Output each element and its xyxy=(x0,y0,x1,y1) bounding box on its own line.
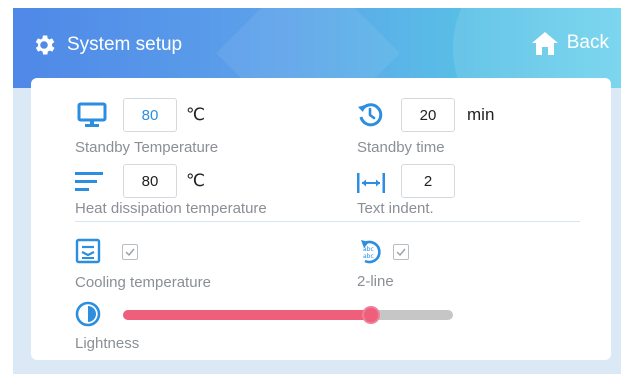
cooling-icon xyxy=(75,238,101,269)
checkmark-icon xyxy=(396,248,406,257)
contrast-icon xyxy=(75,301,101,332)
home-icon xyxy=(531,30,559,56)
svg-text:abc: abc xyxy=(363,246,374,253)
section-divider xyxy=(75,221,580,222)
standby-temperature-label: Standby Temperature xyxy=(75,139,219,156)
header-decoration xyxy=(216,8,400,88)
cooling-temperature-checkbox[interactable] xyxy=(122,244,138,260)
monitor-icon xyxy=(77,102,107,133)
back-button[interactable]: Back xyxy=(531,30,609,56)
two-line-checkbox[interactable] xyxy=(393,244,409,260)
back-label: Back xyxy=(566,32,609,53)
checkmark-icon xyxy=(125,248,135,257)
heat-dissipation-temperature-unit: ℃ xyxy=(186,171,206,190)
text-indent-input[interactable]: 2 xyxy=(401,164,455,198)
standby-time-unit: min xyxy=(467,105,495,124)
cooling-temperature-label: Cooling temperature xyxy=(75,274,211,291)
lightness-slider[interactable] xyxy=(123,306,453,324)
lightness-label: Lightness xyxy=(75,335,140,352)
text-indent-label: Text indent. xyxy=(357,200,434,217)
standby-temperature-unit: ℃ xyxy=(186,105,206,124)
gear-icon xyxy=(31,32,57,58)
title-group: System setup xyxy=(31,32,182,58)
indent-arrows-icon xyxy=(357,172,385,199)
header-bar: System setup Back xyxy=(13,8,621,88)
heat-dissipation-temperature-input[interactable]: 80 xyxy=(123,164,177,198)
settings-panel: 80 ℃ Standby Temperature 20 min Standby … xyxy=(31,78,611,360)
lightness-slider-fill xyxy=(123,310,371,320)
svg-text:abc: abc xyxy=(363,253,374,260)
lines-icon xyxy=(75,170,105,199)
page-title: System setup xyxy=(67,34,183,55)
two-line-label: 2-line xyxy=(357,273,394,290)
abc-rotate-icon: abc abc xyxy=(359,238,385,271)
history-clock-icon xyxy=(357,102,383,133)
standby-temperature-input[interactable]: 80 xyxy=(123,98,177,132)
system-setup-screen: System setup Back 80 ℃ Standby Temperatu… xyxy=(13,8,621,374)
standby-time-input[interactable]: 20 xyxy=(401,98,455,132)
heat-dissipation-temperature-label: Heat dissipation temperature xyxy=(75,200,267,217)
standby-time-label: Standby time xyxy=(357,139,445,156)
lightness-slider-thumb[interactable] xyxy=(361,306,380,324)
